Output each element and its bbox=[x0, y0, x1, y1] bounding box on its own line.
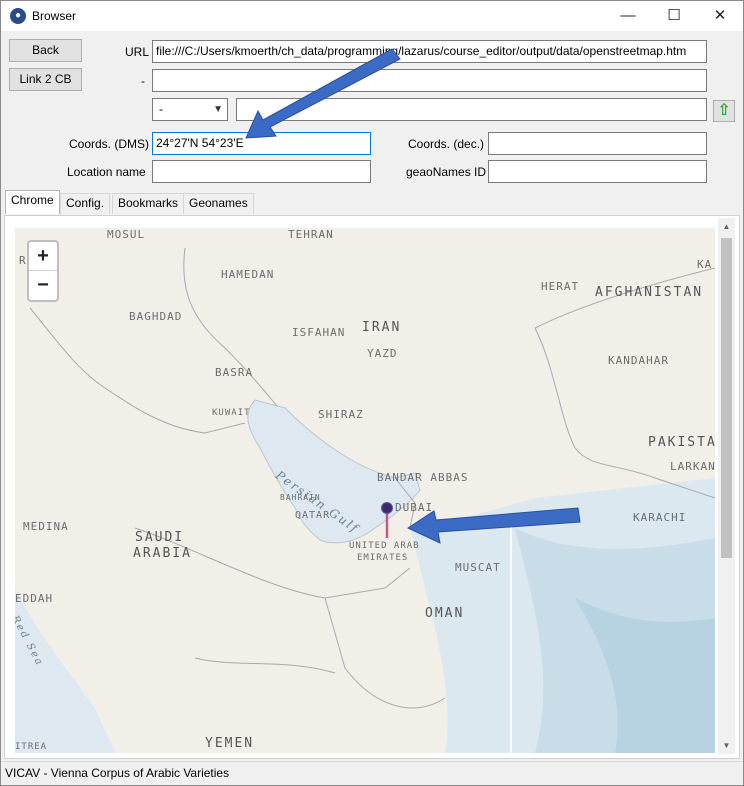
scroll-thumb[interactable] bbox=[721, 238, 732, 558]
browser-panel: + − MOSUL TEHRAN R KA HAMEDAN HERAT AFGH… bbox=[4, 215, 740, 759]
geonames-id-input[interactable] bbox=[488, 160, 707, 183]
minimize-button[interactable]: — bbox=[605, 1, 651, 31]
window-title: Browser bbox=[32, 9, 77, 23]
url-input[interactable]: file:///C:/Users/kmoerth/ch_data/program… bbox=[152, 40, 707, 63]
close-button[interactable]: ✕ bbox=[697, 1, 743, 31]
scroll-up-icon[interactable]: ▲ bbox=[718, 218, 735, 235]
secondary-input[interactable] bbox=[152, 69, 707, 92]
tab-geonames[interactable]: Geonames bbox=[183, 193, 254, 214]
map-view[interactable]: + − MOSUL TEHRAN R KA HAMEDAN HERAT AFGH… bbox=[15, 228, 715, 753]
link-to-clipboard-button[interactable]: Link 2 CB bbox=[9, 68, 82, 91]
maximize-button[interactable]: ☐ bbox=[651, 1, 697, 31]
coords-dms-input[interactable]: 24°27'N 54°23'E bbox=[152, 132, 371, 155]
tab-chrome[interactable]: Chrome bbox=[5, 190, 60, 214]
chevron-down-icon: ▼ bbox=[213, 104, 223, 115]
dash-label: - bbox=[141, 74, 145, 88]
tab-config[interactable]: Config. bbox=[60, 193, 111, 214]
vertical-scrollbar[interactable]: ▲ ▼ bbox=[718, 218, 735, 754]
mode-select[interactable]: - ▼ bbox=[152, 98, 228, 121]
coords-dec-label: Coords. (dec.) bbox=[408, 137, 485, 151]
title-bar: ● Browser — ☐ ✕ bbox=[1, 1, 743, 31]
mode-select-value: - bbox=[159, 102, 163, 116]
up-arrow-button[interactable]: ⇧ bbox=[713, 100, 735, 122]
status-bar: VICAV - Vienna Corpus of Arabic Varietie… bbox=[1, 761, 743, 785]
location-name-label: Location name bbox=[67, 165, 146, 179]
url-label: URL bbox=[125, 45, 150, 59]
geonames-id-label: geaoNames ID bbox=[406, 165, 487, 179]
coords-dec-input[interactable] bbox=[488, 132, 707, 155]
location-marker-icon[interactable] bbox=[15, 228, 715, 753]
location-name-input[interactable] bbox=[152, 160, 371, 183]
browser-window: ● Browser — ☐ ✕ Back Link 2 CB URL file:… bbox=[0, 0, 744, 786]
coords-dms-label: Coords. (DMS) bbox=[69, 137, 150, 151]
tab-bookmarks[interactable]: Bookmarks bbox=[112, 193, 185, 214]
paw-icon: ● bbox=[10, 8, 26, 24]
back-button[interactable]: Back bbox=[9, 39, 82, 62]
mode-text-input[interactable] bbox=[236, 98, 707, 121]
scroll-down-icon[interactable]: ▼ bbox=[718, 737, 735, 754]
